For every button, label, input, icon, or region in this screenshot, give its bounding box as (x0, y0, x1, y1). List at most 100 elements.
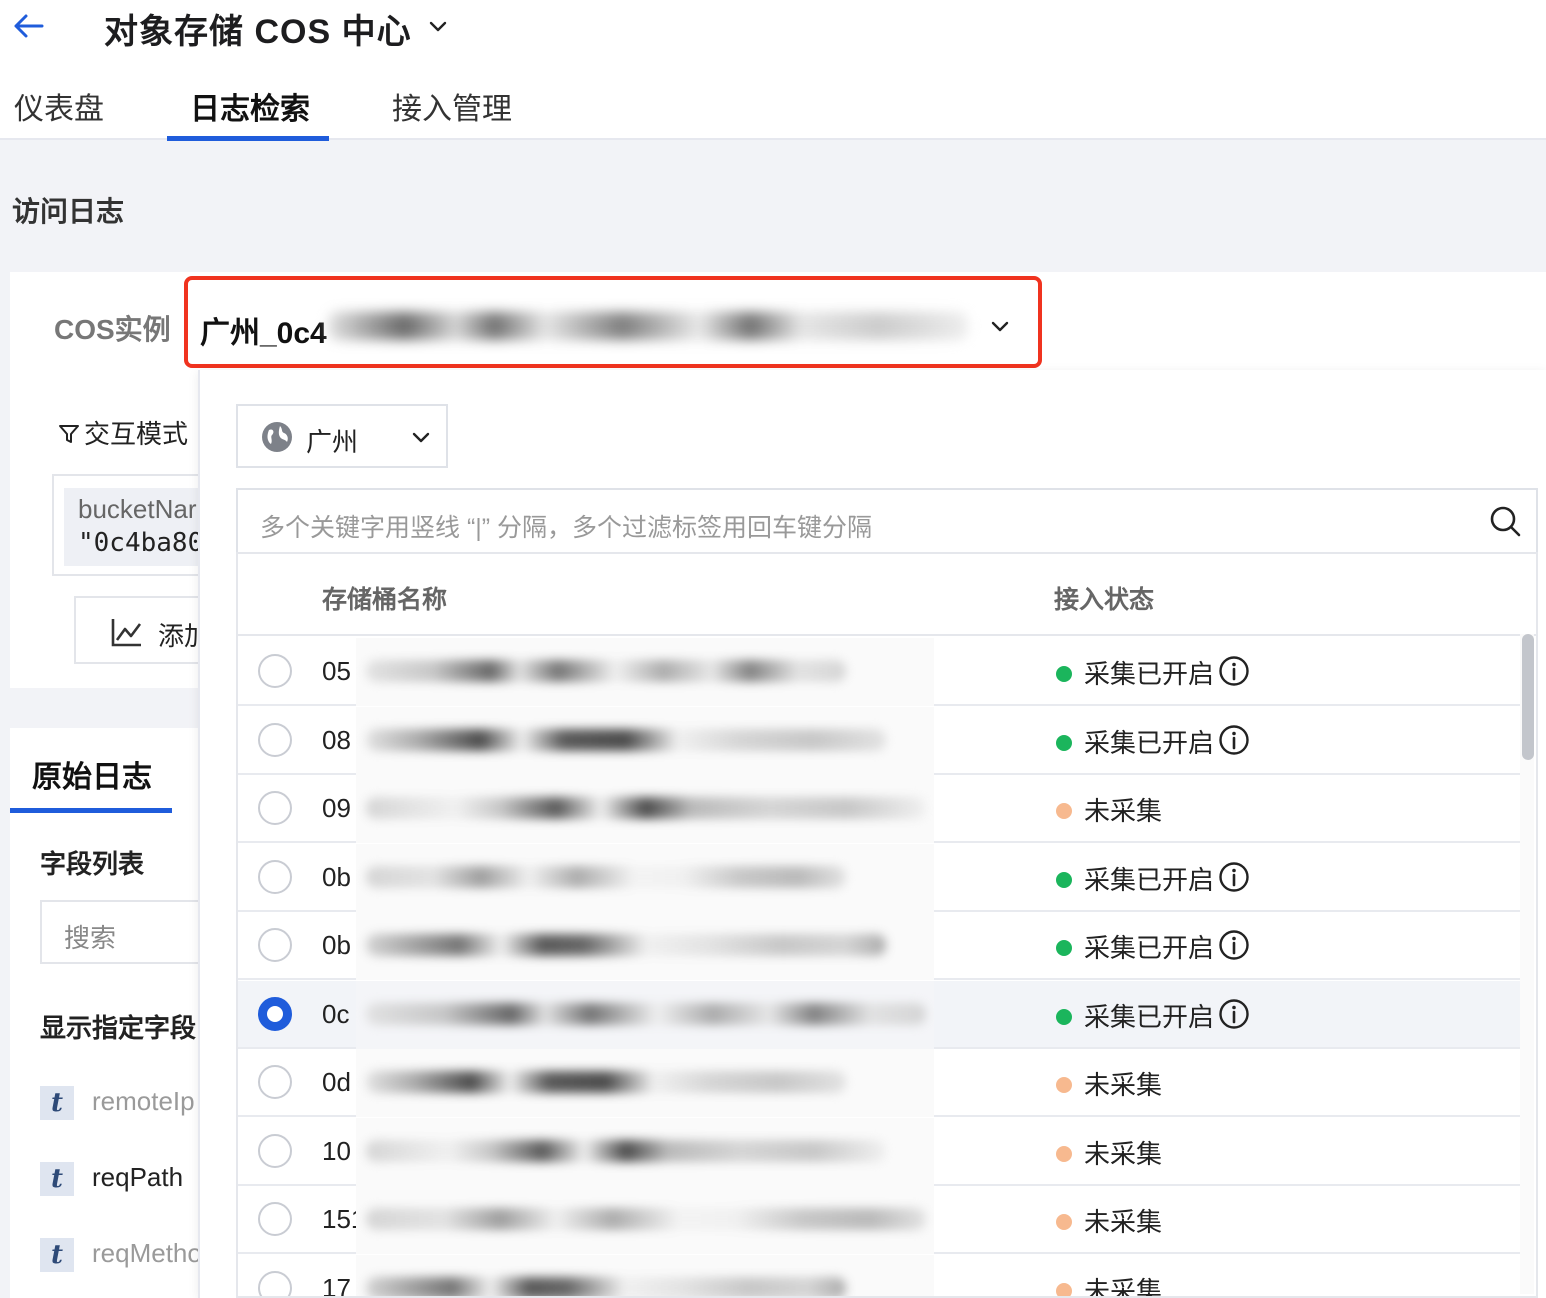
status-dot-off (1056, 1214, 1072, 1230)
radio-button[interactable] (258, 859, 292, 894)
app-header: 对象存储 COS 中心 仪表盘 日志检索 接入管理 (0, 0, 1546, 140)
show-fields-title: 显示指定字段 (40, 1013, 197, 1043)
radio-button[interactable] (258, 791, 292, 825)
table-header: 存储桶名称 接入状态 (238, 554, 1536, 636)
query-field-value: "0c4ba80 (78, 528, 204, 558)
radio-button[interactable] (258, 1270, 292, 1296)
table-row[interactable]: 0b 采集已开启 (238, 843, 1526, 912)
status-dot-on (1056, 940, 1072, 956)
table-row[interactable]: 09 未采集 (238, 775, 1526, 843)
back-arrow-icon[interactable] (8, 6, 48, 46)
status-dot-off (1056, 1145, 1072, 1162)
raw-log-tab-indicator (10, 808, 172, 813)
query-panel: 交互模式 bucketNar "0c4ba80 添加 (10, 378, 214, 688)
text-type-icon: t (40, 1086, 74, 1120)
redacted-bucket-name (356, 775, 934, 843)
scrollbar-thumb[interactable] (1522, 634, 1534, 760)
instance-label: COS实例 (54, 314, 171, 345)
region-select[interactable]: 广州 (236, 404, 448, 468)
table-row[interactable]: 10 未采集 (238, 1117, 1526, 1186)
region-label: 广州 (306, 427, 359, 457)
redacted-bucket-name (356, 1049, 934, 1117)
status-dot-off (1056, 803, 1072, 819)
redacted-bucket-name (356, 1254, 934, 1296)
app-title: 对象存储 COS 中心 (104, 13, 412, 51)
status-text: 采集已开启 (1084, 864, 1215, 895)
radio-button[interactable] (258, 722, 292, 757)
table-row[interactable]: 0b 采集已开启 (238, 912, 1526, 980)
filter-icon (59, 425, 79, 443)
redacted-bucket-name (356, 1186, 934, 1254)
status-text: 采集已开启 (1084, 727, 1215, 758)
field-item[interactable]: t reqPath (40, 1158, 210, 1198)
tab-dashboard[interactable]: 仪表盘 (14, 84, 104, 140)
info-icon[interactable] (1218, 655, 1250, 687)
interactive-mode-label: 交互模式 (84, 419, 189, 449)
table-row[interactable]: 0d 未采集 (238, 1049, 1526, 1117)
status-dot-off (1056, 1077, 1072, 1093)
status-text: 采集已开启 (1084, 1001, 1215, 1032)
redaction-blur (366, 934, 886, 956)
log-panel: 原始日志 字段列表 搜索 显示指定字段 t remoteIp t reqPath… (10, 728, 210, 1298)
field-item[interactable]: t remoteIp (40, 1082, 210, 1122)
radio-button[interactable] (258, 1133, 292, 1168)
redaction-blur (366, 865, 846, 888)
bucket-name: 0b (322, 930, 351, 960)
status-text: 未采集 (1084, 796, 1163, 826)
radio-button[interactable] (258, 1202, 292, 1236)
field-search-input[interactable]: 搜索 (40, 900, 210, 964)
radio-selected[interactable] (258, 996, 292, 1031)
query-box: bucketNar "0c4ba80 (52, 474, 214, 576)
info-icon[interactable] (1218, 998, 1250, 1030)
table-row[interactable]: 05 采集已开启 (238, 638, 1526, 706)
column-header-status: 接入状态 (1054, 586, 1155, 614)
chevron-down-icon[interactable] (426, 14, 450, 38)
text-type-icon: t (40, 1238, 74, 1272)
bucket-search-input[interactable]: 多个关键字用竖线 “|” 分隔，多个过滤标签用回车键分隔 (236, 488, 1538, 552)
status-dot-off (1056, 1282, 1072, 1296)
table-row[interactable]: 0c 采集已开启 (238, 980, 1526, 1049)
field-item[interactable]: t reqMethod (40, 1234, 210, 1274)
redaction-blur (366, 728, 886, 751)
chevron-down-icon (991, 321, 1009, 332)
tab-log-search[interactable]: 日志检索 (190, 84, 310, 140)
status-dot-on (1056, 666, 1072, 682)
info-icon[interactable] (1218, 929, 1250, 961)
bucket-search-placeholder: 多个关键字用竖线 “|” 分隔，多个过滤标签用回车键分隔 (260, 514, 873, 542)
query-filter-chip[interactable]: bucketNar "0c4ba80 (64, 488, 214, 566)
table-row[interactable]: 151 未采集 (238, 1186, 1526, 1254)
redacted-bucket-name (356, 706, 934, 775)
bucket-table: 存储桶名称 接入状态 05 采集已开启 08 采集已开启 09 未采集 0b 采集已开启 0b 采… (236, 552, 1538, 1298)
search-icon[interactable] (1488, 504, 1522, 538)
instance-select[interactable]: 广州_0c4 (184, 276, 1042, 368)
radio-button[interactable] (258, 1065, 292, 1099)
instance-value: 广州_0c4 (200, 317, 327, 350)
add-chart-button[interactable]: 添加 (74, 596, 214, 664)
table-row[interactable]: 08 采集已开启 (238, 706, 1526, 775)
bucket-name: 05 (322, 656, 351, 686)
interactive-mode-toggle[interactable]: 交互模式 (58, 414, 188, 451)
bucket-name: 0c (322, 998, 350, 1029)
redacted-instance-name (328, 312, 968, 340)
info-icon[interactable] (1218, 861, 1250, 893)
active-tab-indicator (167, 136, 329, 141)
status-text: 采集已开启 (1084, 933, 1215, 963)
field-name: remoteIp (92, 1086, 195, 1116)
redacted-bucket-name (356, 980, 934, 1049)
tab-access-management[interactable]: 接入管理 (392, 84, 512, 140)
globe-icon (262, 422, 292, 452)
info-icon[interactable] (1218, 724, 1250, 756)
tab-raw-log[interactable]: 原始日志 (32, 752, 152, 796)
redaction-blur (366, 660, 846, 682)
status-text: 未采集 (1084, 1070, 1163, 1100)
table-row[interactable]: 17 未采集 (238, 1254, 1526, 1298)
radio-button[interactable] (258, 654, 292, 688)
radio-button[interactable] (258, 928, 292, 962)
text-type-icon: t (40, 1162, 74, 1196)
bucket-name: 17 (322, 1272, 351, 1298)
redaction-blur (366, 1002, 926, 1025)
field-name: reqMethod (92, 1238, 210, 1268)
field-name: reqPath (92, 1162, 184, 1192)
bucket-name: 0d (322, 1067, 351, 1097)
redaction-blur (366, 1139, 886, 1162)
